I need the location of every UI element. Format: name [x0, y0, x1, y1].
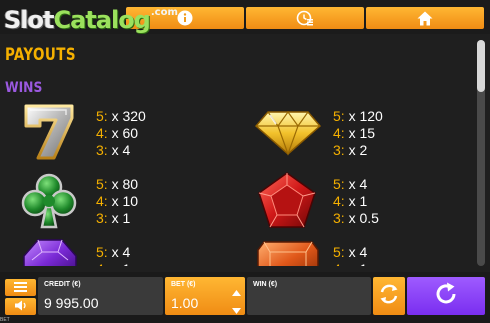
multiplier: x 4: [111, 142, 131, 158]
match-count: 5:: [96, 244, 108, 260]
ruby-payouts: 5: x 4 4: x 1 3: x 0.5: [333, 176, 379, 227]
amethyst-symbol-icon: [22, 238, 78, 266]
spin-button[interactable]: [407, 277, 485, 315]
payout-row: 3: x 4: [96, 142, 146, 159]
multiplier: x 4: [111, 244, 131, 260]
bet-stepper[interactable]: [232, 281, 242, 314]
multiplier: x 2: [348, 142, 368, 158]
spin-icon: [433, 281, 459, 312]
clover-payouts: 5: x 80 4: x 10 3: x 1: [96, 176, 138, 227]
bet-increase-icon[interactable]: [232, 283, 241, 301]
win-panel: WIN (€): [247, 277, 371, 315]
match-count: 4:: [96, 261, 108, 266]
menu-button[interactable]: [5, 279, 36, 296]
autoplay-icon: [378, 283, 400, 310]
match-count: 4:: [96, 193, 108, 209]
sound-button[interactable]: [5, 298, 36, 315]
clover-symbol-icon: [20, 171, 78, 236]
wins-section-title: WINS: [5, 80, 43, 96]
corner-bet-text: BET: [0, 317, 10, 323]
paytable-scrollbar[interactable]: [477, 40, 485, 266]
match-count: 4:: [333, 193, 345, 209]
home-tab[interactable]: [366, 7, 484, 29]
multiplier: x 320: [111, 108, 146, 124]
logo-catalog-text: Catalog: [53, 6, 150, 34]
home-icon: [417, 11, 433, 26]
top-tab-bar: Slot Catalog .com: [0, 0, 490, 34]
seven-symbol-icon: [20, 102, 78, 167]
multiplier: x 120: [348, 108, 383, 124]
match-count: 4:: [96, 125, 108, 141]
paytable-list: 5: x 320 4: x 60 3: x 4 5: x 120 4: x 15…: [0, 98, 476, 266]
seven-payouts: 5: x 320 4: x 60 3: x 4: [96, 108, 146, 159]
match-count: 4:: [333, 125, 345, 141]
credit-value: 9 995.00: [44, 295, 99, 311]
match-count: 4:: [333, 261, 345, 266]
payout-row: 5: x 80: [96, 176, 138, 193]
match-count: 5:: [333, 244, 345, 260]
diamond-symbol-icon: [254, 110, 322, 161]
match-count: 5:: [96, 176, 108, 192]
match-count: 5:: [333, 176, 345, 192]
multiplier: x 1: [112, 261, 131, 266]
diamond-payouts: 5: x 120 4: x 15 3: x 2: [333, 108, 383, 159]
payout-row: 5: x 4: [333, 244, 367, 261]
bet-value: 1.00: [171, 295, 199, 311]
match-count: 5:: [333, 108, 345, 124]
payout-row: 4: x 60: [96, 125, 146, 142]
payout-row: 5: x 4: [96, 244, 130, 261]
multiplier: x 0.5: [348, 210, 379, 226]
logo-com-text: .com: [150, 7, 178, 18]
settings-clock-icon: [296, 10, 314, 26]
match-count: 3:: [333, 142, 345, 158]
settings-tab[interactable]: [246, 7, 364, 29]
payout-row: 4: x 1: [333, 261, 367, 266]
multiplier: x 10: [111, 193, 139, 209]
slotcatalog-logo: Slot Catalog .com: [4, 6, 178, 38]
multiplier: x 4: [348, 244, 368, 260]
win-label: WIN (€): [253, 281, 278, 288]
orange-gem-symbol-icon: [256, 240, 320, 266]
payouts-title: PAYOUTS: [5, 45, 77, 65]
match-count: 5:: [96, 108, 108, 124]
credit-panel: CREDIT (€) 9 995.00: [38, 277, 163, 315]
multiplier: x 1: [348, 193, 368, 209]
match-count: 3:: [96, 210, 108, 226]
match-count: 3:: [333, 210, 345, 226]
multiplier: x 1: [111, 210, 131, 226]
speaker-icon: [14, 298, 28, 316]
credit-label: CREDIT (€): [44, 281, 81, 288]
multiplier: x 80: [111, 176, 139, 192]
bet-label: BET (€): [171, 281, 196, 288]
payout-row: 3: x 0.5: [333, 210, 379, 227]
match-count: 3:: [96, 142, 108, 158]
multiplier: x 4: [348, 176, 368, 192]
info-icon: [177, 10, 193, 26]
multiplier: x 60: [111, 125, 139, 141]
hamburger-icon: [14, 279, 27, 297]
payout-row: 5: x 4: [333, 176, 379, 193]
payout-row: 5: x 320: [96, 108, 146, 125]
orange-gem-payouts: 5: x 4 4: x 1: [333, 244, 367, 266]
bet-decrease-icon[interactable]: [232, 301, 241, 319]
autoplay-button[interactable]: [373, 277, 405, 315]
payout-row: 3: x 1: [96, 210, 138, 227]
logo-slot-text: Slot: [4, 6, 54, 34]
payout-row: 4: x 15: [333, 125, 383, 142]
multiplier: x 1: [349, 261, 368, 266]
payout-row: 3: x 2: [333, 142, 383, 159]
payout-row: 4: x 1: [96, 261, 130, 266]
scrollbar-thumb[interactable]: [477, 40, 485, 92]
amethyst-payouts: 5: x 4 4: x 1: [96, 244, 130, 266]
payout-row: 4: x 10: [96, 193, 138, 210]
payout-row: 4: x 1: [333, 193, 379, 210]
payout-row: 5: x 120: [333, 108, 383, 125]
ruby-symbol-icon: [257, 171, 317, 234]
multiplier: x 15: [348, 125, 376, 141]
